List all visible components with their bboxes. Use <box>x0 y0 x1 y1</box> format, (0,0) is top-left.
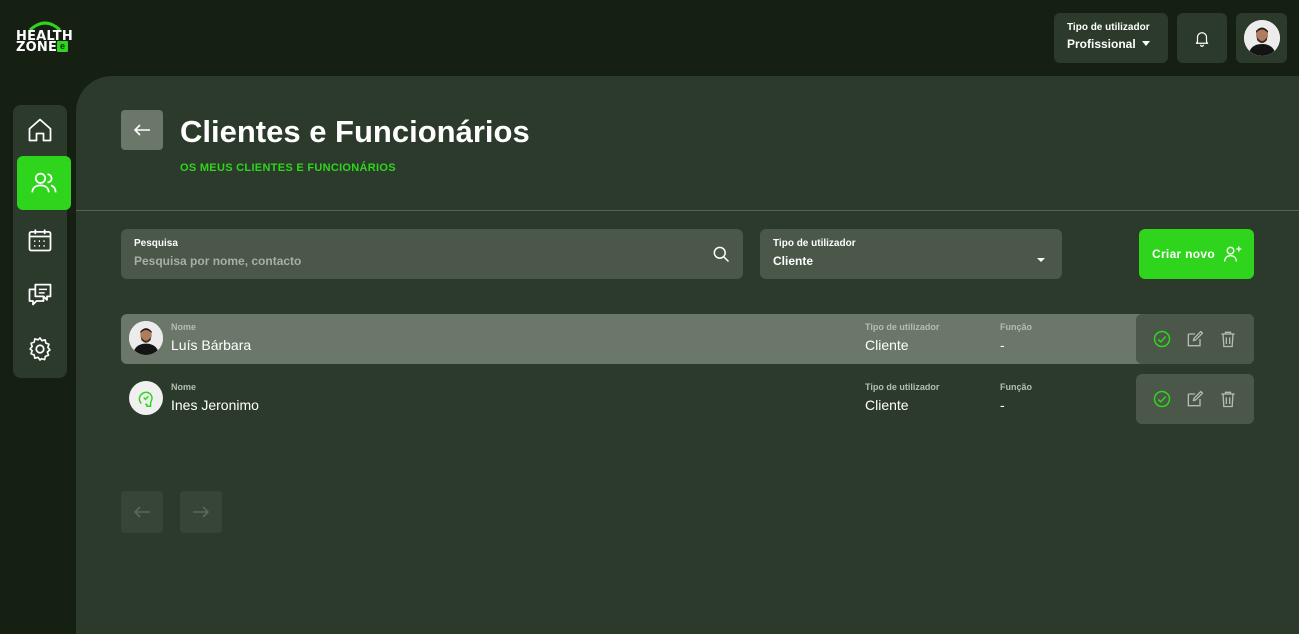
name-label: Nome <box>171 382 197 392</box>
name-value: Ines Jeronimo <box>171 397 259 413</box>
trash-icon[interactable] <box>1218 389 1238 409</box>
avatar <box>129 381 163 415</box>
prev-page-button[interactable] <box>121 491 163 533</box>
notifications-button[interactable] <box>1177 13 1227 63</box>
type-label: Tipo de utilizador <box>865 322 940 332</box>
add-user-icon <box>1224 246 1242 262</box>
divider <box>76 210 1299 211</box>
caret-down-icon <box>1037 258 1045 262</box>
user-type-filter[interactable]: Tipo de utilizador Cliente <box>760 229 1062 279</box>
arrow-left-icon <box>133 506 150 518</box>
edit-icon[interactable] <box>1185 389 1205 409</box>
type-label: Tipo de utilizador <box>865 382 940 392</box>
default-avatar-icon <box>138 391 153 407</box>
back-button[interactable] <box>121 110 163 150</box>
check-circle-icon[interactable] <box>1152 389 1172 409</box>
type-cell: Tipo de utilizador Cliente <box>865 382 939 413</box>
search-icon[interactable] <box>711 244 731 264</box>
function-label: Função <box>1000 322 1033 332</box>
profile-button[interactable] <box>1236 13 1287 63</box>
sidebar-item-home[interactable] <box>13 103 67 157</box>
create-new-button[interactable]: Criar novo <box>1139 229 1254 279</box>
calendar-icon <box>28 229 52 252</box>
arrow-right-icon <box>193 506 210 518</box>
users-icon <box>31 172 57 193</box>
next-page-button[interactable] <box>180 491 222 533</box>
caret-down-icon <box>1141 41 1150 47</box>
home-icon <box>28 118 52 142</box>
row-actions <box>1136 374 1254 424</box>
user-photo-icon <box>1243 20 1280 56</box>
search-field[interactable]: Pesquisa Pesquisa por nome, contacto <box>121 229 743 279</box>
name-cell: Nome Ines Jeronimo <box>171 382 259 413</box>
user-type-value: Profissional <box>1067 37 1136 51</box>
arrow-left-icon <box>133 124 150 136</box>
health-zone-logo[interactable]: HEALTH ZONE e <box>16 21 73 56</box>
logo-badge: e <box>57 41 68 52</box>
search-input[interactable]: Pesquisa por nome, contacto <box>134 254 743 268</box>
sidebar-item-settings[interactable] <box>13 322 67 376</box>
function-cell: Função - <box>1000 382 1032 413</box>
avatar <box>1243 20 1280 56</box>
table-row[interactable]: Nome Ines Jeronimo Tipo de utilizador Cl… <box>121 374 1254 424</box>
user-photo-icon <box>129 321 163 355</box>
user-type-label: Tipo de utilizador <box>1067 22 1150 33</box>
name-cell: Nome Luís Bárbara <box>171 322 251 353</box>
gear-icon <box>29 337 51 361</box>
page-title: Clientes e Funcionários <box>180 114 530 149</box>
sidebar-item-messages[interactable] <box>13 267 67 321</box>
type-cell: Tipo de utilizador Cliente <box>865 322 939 353</box>
search-label: Pesquisa <box>134 238 178 249</box>
user-type-selector[interactable]: Tipo de utilizador Profissional <box>1054 13 1168 63</box>
function-value: - <box>1000 397 1005 413</box>
user-type-filter-value: Cliente <box>773 254 814 268</box>
main-panel: Clientes e Funcionários OS MEUS CLIENTES… <box>76 76 1299 634</box>
row-actions <box>1136 314 1254 364</box>
check-circle-icon[interactable] <box>1152 329 1172 349</box>
logo-line-2: ZONE <box>16 40 58 55</box>
function-value: - <box>1000 337 1005 353</box>
page-subtitle: OS MEUS CLIENTES E FUNCIONÁRIOS <box>180 162 396 174</box>
type-value: Cliente <box>865 337 909 353</box>
create-new-label: Criar novo <box>1152 247 1216 261</box>
sidebar-item-users[interactable] <box>17 156 71 210</box>
sidebar-item-calendar[interactable] <box>13 213 67 267</box>
type-value: Cliente <box>865 397 909 413</box>
avatar <box>129 321 163 355</box>
trash-icon[interactable] <box>1218 329 1238 349</box>
edit-icon[interactable] <box>1185 329 1205 349</box>
sidebar <box>13 103 71 378</box>
function-label: Função <box>1000 382 1033 392</box>
name-value: Luís Bárbara <box>171 337 252 353</box>
function-cell: Função - <box>1000 322 1032 353</box>
table-row[interactable]: Nome Luís Bárbara Tipo de utilizador Cli… <box>121 314 1254 364</box>
chat-icon <box>28 283 52 306</box>
bell-icon <box>1195 32 1209 47</box>
name-label: Nome <box>171 322 197 332</box>
user-type-filter-label: Tipo de utilizador <box>773 238 856 249</box>
